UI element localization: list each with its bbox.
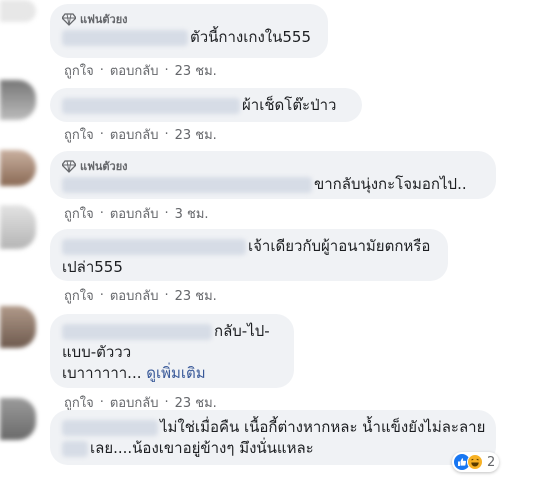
comment-bubble: กลับ-ไป- แบบ-ตัววว เบาาาาาา... ดูเพิ่มเต… — [50, 314, 294, 388]
comment-text: เลย....น้องเขาอยู่ข้างๆ มึงนั่นแหละ — [90, 439, 314, 457]
avatar-column — [0, 0, 40, 477]
comment-actions: ถูกใจ · ตอบกลับ · 23 ชม. — [64, 285, 217, 306]
comment-actions: ถูกใจ · ตอบกลับ · 3 ชม. — [64, 203, 209, 224]
comment-text: แบบ-ตัววว — [62, 343, 132, 361]
haha-reaction-icon — [467, 454, 483, 470]
avatar[interactable] — [0, 398, 36, 440]
avatar[interactable] — [0, 205, 36, 249]
blurred-author-name[interactable] — [62, 176, 312, 193]
comment-actions: ถูกใจ · ตอบกลับ · 23 ชม. — [64, 60, 217, 81]
like-link[interactable]: ถูกใจ — [64, 124, 94, 145]
comment-text: เจ้าเดียวกับผู้าอนามัยตกหรือ — [248, 237, 431, 255]
top-fan-badge: แฟนตัวยง — [62, 158, 484, 174]
reply-link[interactable]: ตอบกลับ — [110, 60, 159, 81]
reaction-summary[interactable]: 2 — [452, 452, 500, 472]
blurred-author-name[interactable] — [62, 323, 212, 340]
avatar[interactable] — [0, 80, 36, 120]
like-link[interactable]: ถูกใจ — [64, 60, 94, 81]
like-link[interactable]: ถูกใจ — [64, 285, 94, 306]
blurred-author-name[interactable] — [62, 238, 246, 255]
timestamp[interactable]: 23 ชม. — [175, 285, 217, 306]
comment-bubble: ไม่ใช่เมื่อคืน เนื้อกี้ต่างหากหละ น้ำแข็… — [50, 410, 496, 465]
reply-link[interactable]: ตอบกลับ — [110, 203, 159, 224]
comment-text: ไม่ใช่เมื่อคืน เนื้อกี้ต่างหากหละ น้ำแข็… — [160, 418, 486, 436]
comment-text: เปล่า555 — [62, 258, 123, 276]
badge-label: แฟนตัวยง — [80, 160, 128, 173]
comment: ผ้าเช็ดโต๊ะป่าว — [50, 88, 362, 122]
reaction-count: 2 — [487, 454, 496, 470]
comment-text: เบาาาาาา... — [62, 364, 142, 382]
timestamp[interactable]: 3 ชม. — [175, 203, 209, 224]
reply-link[interactable]: ตอบกลับ — [110, 124, 159, 145]
diamond-icon — [62, 13, 76, 26]
top-fan-badge: แฟนตัวยง — [62, 11, 316, 27]
comment: ไม่ใช่เมื่อคืน เนื้อกี้ต่างหากหละ น้ำแข็… — [50, 410, 496, 465]
like-link[interactable]: ถูกใจ — [64, 203, 94, 224]
see-more-link[interactable]: ดูเพิ่มเติม — [146, 363, 205, 384]
comment-bubble: แฟนตัวยง ตัวนี้กางเกงใน555 — [50, 4, 328, 58]
comment-text: ตัวนี้กางเกงใน555 — [190, 28, 311, 46]
comment-actions: ถูกใจ · ตอบกลับ · 23 ชม. — [64, 124, 217, 145]
comment-text: ผ้าเช็ดโต๊ะป่าว — [242, 96, 337, 114]
comment-text: ขากลับนุ่งกะโจมอกไป.. — [314, 175, 467, 193]
blurred-author-name[interactable] — [62, 97, 240, 114]
avatar[interactable] — [0, 0, 36, 22]
blurred-mention[interactable] — [62, 440, 88, 457]
timestamp[interactable]: 23 ชม. — [175, 60, 217, 81]
avatar[interactable] — [0, 150, 36, 186]
comment-bubble: เจ้าเดียวกับผู้าอนามัยตกหรือ เปล่า555 — [50, 229, 448, 281]
blurred-author-name[interactable] — [62, 29, 188, 46]
comment-text: กลับ-ไป- — [214, 322, 270, 340]
timestamp[interactable]: 23 ชม. — [175, 124, 217, 145]
comment: แฟนตัวยง ขากลับนุ่งกะโจมอกไป.. — [50, 151, 496, 199]
comment: กลับ-ไป- แบบ-ตัววว เบาาาาาา... ดูเพิ่มเต… — [50, 314, 294, 388]
comment-bubble: แฟนตัวยง ขากลับนุ่งกะโจมอกไป.. — [50, 151, 496, 199]
diamond-icon — [62, 160, 76, 173]
comment-bubble: ผ้าเช็ดโต๊ะป่าว — [50, 88, 362, 122]
avatar[interactable] — [0, 306, 36, 348]
badge-label: แฟนตัวยง — [80, 13, 128, 26]
comment: เจ้าเดียวกับผู้าอนามัยตกหรือ เปล่า555 — [50, 229, 448, 281]
reply-link[interactable]: ตอบกลับ — [110, 285, 159, 306]
blurred-author-name[interactable] — [62, 419, 158, 436]
comment: แฟนตัวยง ตัวนี้กางเกงใน555 — [50, 4, 328, 58]
